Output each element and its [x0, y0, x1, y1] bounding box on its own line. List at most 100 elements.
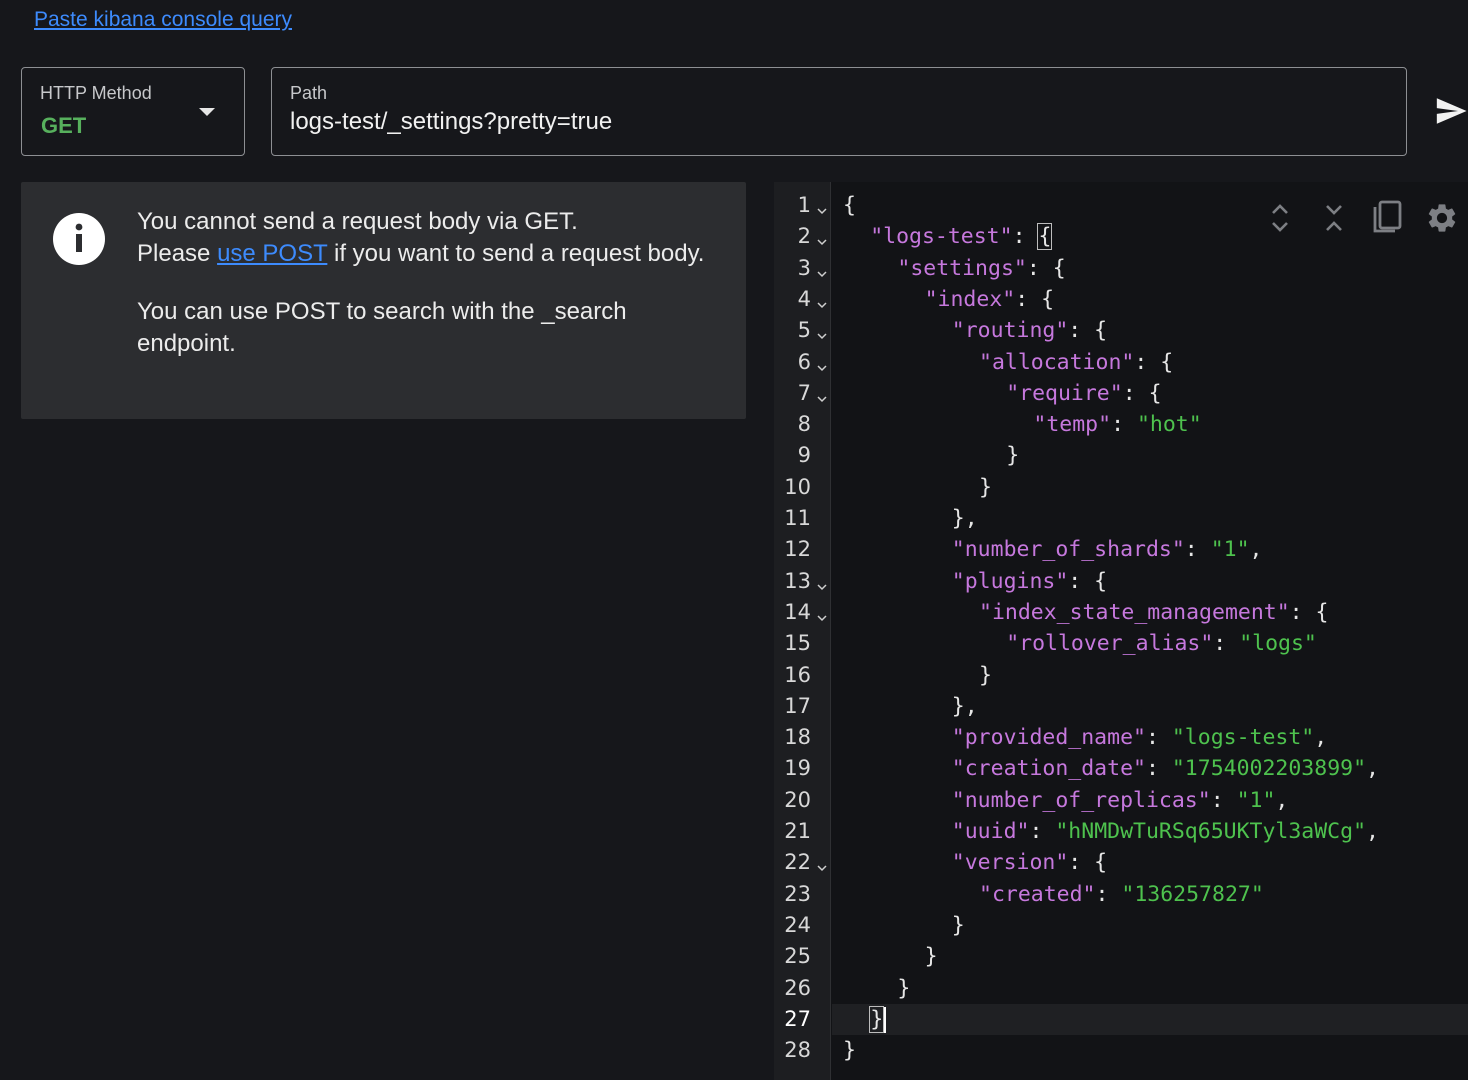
json-string: "1" — [1210, 537, 1250, 563]
code-line: } — [979, 472, 992, 503]
line-number: 16 — [784, 662, 811, 687]
code-line: } — [1006, 440, 1019, 471]
json-key: "provided_name" — [951, 725, 1146, 751]
json-punct: : — [1210, 787, 1237, 813]
use-post-link[interactable]: use POST — [217, 240, 327, 267]
json-key: "allocation" — [979, 349, 1135, 375]
code-line: "version": { — [952, 847, 1107, 878]
caret-down-icon[interactable] — [199, 108, 215, 116]
json-string: "1" — [1236, 787, 1276, 813]
code-line: "uuid": "hNMDwTuRSq65UKTyl3aWCg", — [952, 816, 1379, 847]
paste-kibana-query-link[interactable]: Paste kibana console query — [34, 8, 292, 32]
json-punct: } — [1006, 443, 1020, 469]
code-line: "number_of_replicas": "1", — [952, 785, 1289, 816]
info-message: You cannot send a request body via GET. … — [137, 206, 717, 386]
line-number: 9 — [797, 443, 811, 468]
json-key: "uuid" — [951, 819, 1030, 844]
info-please: Please — [137, 240, 218, 267]
json-key: "rollover_alias" — [1006, 631, 1214, 657]
fold-chevron-icon[interactable] — [817, 207, 827, 215]
code-line: "provided_name": "logs-test", — [952, 722, 1327, 753]
json-string: "logs-test" — [1171, 725, 1315, 751]
code-line: "logs-test": { — [870, 221, 1053, 252]
json-punct: } — [951, 912, 965, 938]
fold-chevron-icon[interactable] — [817, 270, 827, 278]
json-key: "plugins" — [951, 568, 1069, 594]
code-line: } — [843, 1035, 856, 1066]
code-line: "creation_date": "1754002203899", — [952, 753, 1379, 784]
json-key: "settings" — [897, 255, 1027, 281]
fold-chevron-icon[interactable] — [817, 864, 827, 872]
json-punct: } — [869, 1005, 885, 1033]
fold-chevron-icon[interactable] — [817, 395, 827, 403]
line-number: 22 — [784, 850, 811, 875]
json-key: "version" — [951, 850, 1069, 876]
line-number: 17 — [784, 693, 811, 718]
line-number: 14 — [784, 599, 811, 624]
code-line: "settings": { — [897, 253, 1065, 284]
json-string: "1754002203899" — [1171, 756, 1367, 782]
line-number: 3 — [797, 255, 811, 280]
line-number: 8 — [797, 412, 811, 437]
code-line: } — [869, 1004, 887, 1035]
send-icon[interactable] — [1434, 94, 1468, 128]
line-number: 2 — [797, 224, 811, 249]
json-punct: : — [1145, 756, 1172, 782]
json-key: "routing" — [951, 318, 1069, 344]
collapse-icon — [1326, 205, 1342, 231]
code-line: "index": { — [925, 284, 1054, 315]
line-number: 1 — [797, 193, 811, 217]
json-punct: : — [1184, 537, 1211, 563]
line-number: 13 — [784, 568, 811, 593]
json-punct: }, — [951, 693, 978, 719]
fold-chevron-icon[interactable] — [817, 583, 827, 591]
line-number: 19 — [784, 756, 811, 781]
json-punct: , — [1366, 756, 1379, 782]
json-key: "creation_date" — [951, 756, 1146, 782]
fold-chevron-icon[interactable] — [817, 614, 827, 622]
editor-toolbar — [1262, 200, 1460, 236]
json-punct: : { — [1026, 255, 1066, 281]
line-number: 27 — [784, 1006, 811, 1031]
line-number: 4 — [797, 286, 811, 311]
fold-chevron-icon[interactable] — [817, 238, 827, 246]
code-area[interactable]: {"logs-test": {"settings": {"index": {"r… — [832, 182, 1468, 1080]
line-number: 21 — [784, 819, 811, 843]
json-punct: : { — [1015, 286, 1055, 312]
line-number: 28 — [784, 1038, 811, 1063]
json-punct: , — [1314, 725, 1328, 751]
http-method-select[interactable]: HTTP Method GET — [21, 67, 245, 156]
response-editor[interactable]: 1 2 3 4 5 6 7 8 9 10 11 12 13 14 15 16 17 18 19 20 21 22 23 24 2… — [774, 182, 1468, 1080]
line-number: 24 — [784, 912, 811, 937]
http-method-label: HTTP Method — [40, 83, 152, 103]
expand-all-button[interactable] — [1262, 200, 1298, 236]
code-line: { — [843, 190, 856, 221]
path-field[interactable]: Path — [271, 67, 1407, 156]
line-number: 15 — [784, 631, 811, 656]
line-number: 18 — [784, 725, 811, 750]
json-key: "temp" — [1033, 412, 1112, 438]
collapse-all-button[interactable] — [1316, 200, 1352, 236]
line-number: 11 — [784, 506, 811, 530]
json-punct: }, — [951, 506, 978, 531]
fold-chevron-icon[interactable] — [817, 301, 827, 309]
info-callout: You cannot send a request body via GET. … — [21, 182, 746, 419]
copy-button[interactable] — [1370, 200, 1406, 236]
line-number: 25 — [784, 944, 811, 969]
json-string: "logs" — [1239, 631, 1317, 657]
fold-chevron-icon[interactable] — [817, 364, 827, 372]
active-line-highlight — [832, 1003, 1468, 1036]
path-label: Path — [290, 83, 328, 103]
code-line: } — [897, 973, 910, 1004]
copy-icon — [1373, 200, 1402, 233]
path-input[interactable] — [290, 108, 1380, 136]
json-punct: , — [1249, 537, 1263, 563]
code-line: } — [952, 910, 965, 941]
info-search-hint: You can use POST to search with the _sea… — [137, 298, 627, 357]
line-number: 6 — [797, 349, 811, 374]
settings-button[interactable] — [1424, 200, 1460, 236]
json-punct: } — [979, 474, 992, 500]
code-line: "created": "136257827" — [979, 879, 1264, 910]
json-key: "number_of_shards" — [951, 537, 1185, 563]
fold-chevron-icon[interactable] — [817, 332, 827, 340]
